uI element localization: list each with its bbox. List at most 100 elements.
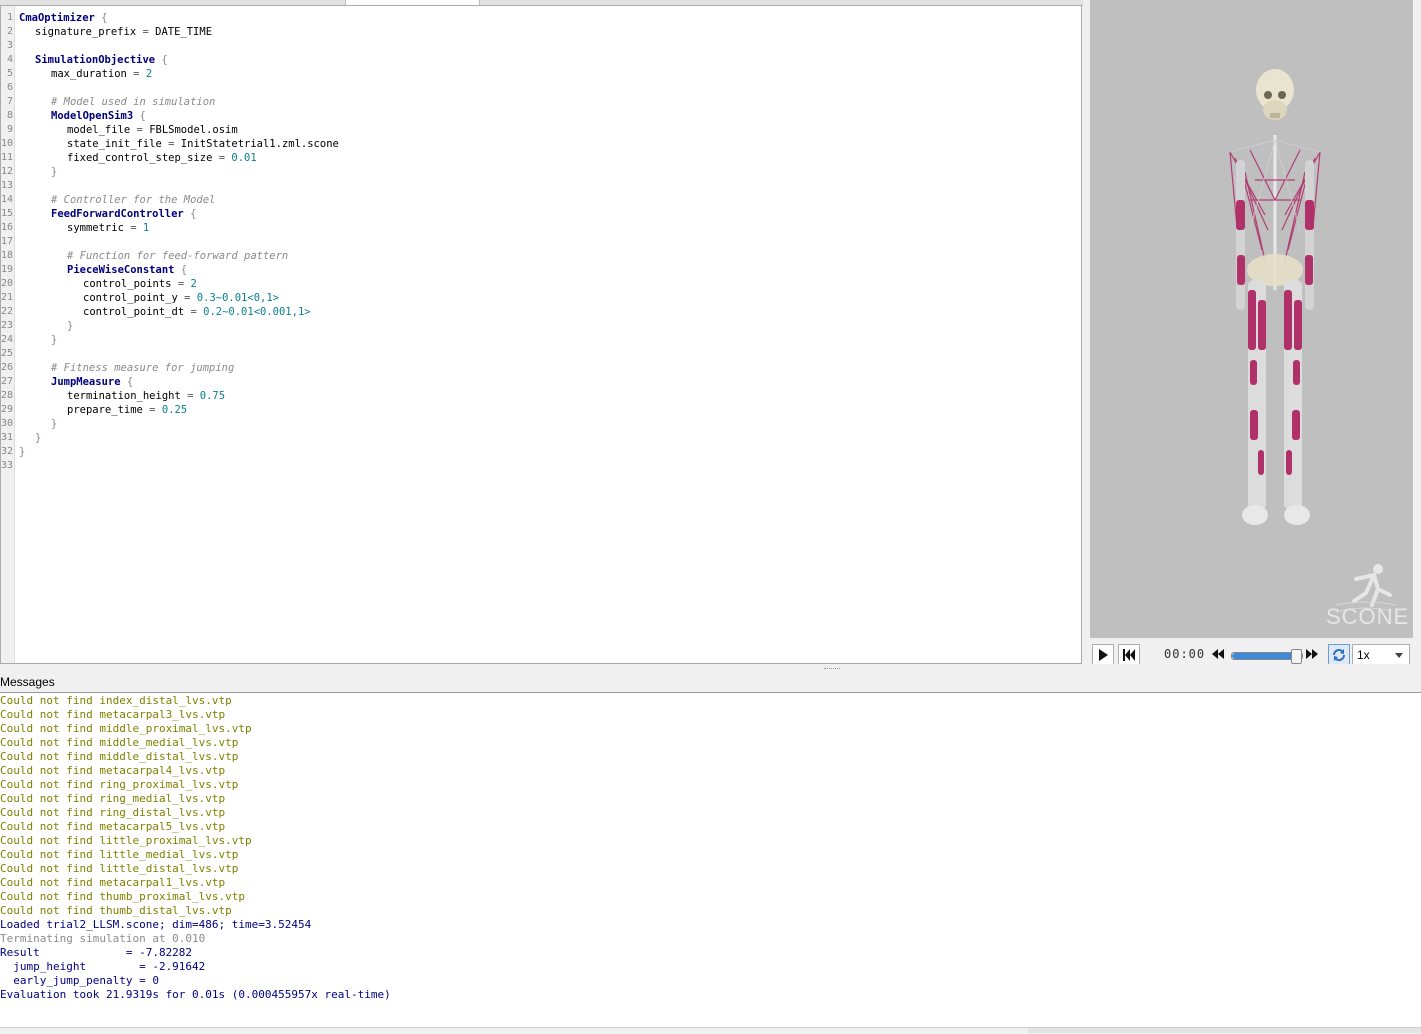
code-line: 25 bbox=[1, 347, 1071, 361]
play-button[interactable] bbox=[1092, 644, 1114, 666]
code-token: } bbox=[51, 166, 58, 178]
code-token: 0.2~0.01<0.001,1> bbox=[203, 306, 311, 318]
message-line: early_jump_penalty = 0 bbox=[0, 974, 159, 987]
legs bbox=[1248, 280, 1302, 510]
code-token: # Model used in simulation bbox=[51, 96, 216, 108]
code-token: } bbox=[19, 446, 26, 458]
code-line: 18 # Function for feed-forward pattern bbox=[1, 249, 1071, 263]
code-text: symmetric = 1 bbox=[67, 221, 149, 235]
code-line: 1 CmaOptimizer { bbox=[1, 11, 1071, 25]
code-line: 21 control_point_y = 0.3~0.01<0,1> bbox=[1, 291, 1071, 305]
code-token: } bbox=[51, 418, 58, 430]
splitter-grip-icon[interactable] bbox=[824, 668, 840, 671]
code-token: = bbox=[123, 222, 143, 234]
chevron-down-icon bbox=[1395, 653, 1403, 658]
line-number: 8 bbox=[6, 110, 13, 121]
line-number: 5 bbox=[6, 68, 13, 79]
code-line: 5 max_duration = 2 bbox=[1, 67, 1071, 81]
code-text: JumpMeasure { bbox=[51, 375, 133, 389]
code-text: FeedForwardController { bbox=[51, 207, 196, 221]
message-line: Evaluation took 21.9319s for 0.01s (0.00… bbox=[0, 988, 391, 1001]
scone-logo-text: SCONE bbox=[1326, 604, 1410, 629]
code-token: InitStatetrial1.zml.scone bbox=[180, 138, 339, 150]
code-editor[interactable]: 1 CmaOptimizer {2 signature_prefix = DATE_… bbox=[0, 5, 1082, 664]
code-token: } bbox=[35, 432, 42, 444]
code-text: max_duration = 2 bbox=[51, 67, 152, 81]
slider-fill bbox=[1232, 653, 1297, 659]
loop-button[interactable] bbox=[1328, 644, 1350, 666]
message-line: Could not find thumb_distal_lvs.vtp bbox=[0, 904, 232, 917]
code-token: SimulationObjective bbox=[35, 54, 156, 66]
code-text: # Fitness measure for jumping bbox=[51, 361, 234, 375]
code-token: { bbox=[133, 110, 146, 122]
code-token: fixed_control_step_size bbox=[67, 152, 213, 164]
restart-button[interactable] bbox=[1118, 644, 1140, 666]
line-number: 9 bbox=[6, 124, 13, 135]
code-line: 33 bbox=[1, 459, 1071, 473]
line-number: 23 bbox=[1, 320, 14, 331]
code-line: 6 bbox=[1, 81, 1071, 95]
line-number: 14 bbox=[1, 194, 14, 205]
code-line: 4 SimulationObjective { bbox=[1, 53, 1071, 67]
code-line: 30} bbox=[1, 417, 1071, 431]
code-token: control_point_y bbox=[83, 292, 178, 304]
code-text: } bbox=[67, 319, 73, 333]
line-number: 2 bbox=[6, 26, 13, 37]
code-token: = bbox=[171, 278, 191, 290]
horizontal-splitter[interactable] bbox=[0, 664, 1421, 674]
code-token: = bbox=[136, 26, 156, 38]
line-number: 29 bbox=[1, 404, 14, 415]
code-token: = bbox=[130, 124, 150, 136]
vertical-splitter[interactable] bbox=[1083, 0, 1090, 664]
line-number: 3 bbox=[6, 40, 13, 51]
code-token: { bbox=[183, 208, 197, 220]
code-token: { bbox=[94, 12, 108, 24]
horizontal-scrollbar[interactable] bbox=[1028, 1028, 1421, 1033]
skull-icon bbox=[1256, 69, 1294, 120]
messages-log[interactable]: Could not find index_distal_lvs.vtp Could… bbox=[0, 692, 1421, 1028]
line-number: 16 bbox=[1, 222, 14, 233]
line-number: 6 bbox=[6, 82, 13, 93]
code-token: = bbox=[180, 390, 200, 402]
message-line: Could not find thumb_proximal_lvs.vtp bbox=[0, 890, 246, 903]
code-line: 24} bbox=[1, 333, 1071, 347]
code-token: 2 bbox=[145, 68, 153, 80]
line-number: 4 bbox=[6, 54, 13, 65]
rewind-icon[interactable] bbox=[1212, 649, 1224, 659]
playback-slider[interactable] bbox=[1231, 649, 1303, 664]
fast-forward-icon[interactable] bbox=[1306, 649, 1318, 659]
line-number: 17 bbox=[1, 236, 14, 247]
code-line: 9 model_file = FBLSmodel.osim bbox=[1, 123, 1071, 137]
message-line: Loaded trial2_LLSM.scone; dim=486; time=… bbox=[0, 918, 312, 931]
playback-speed-select[interactable]: 1x bbox=[1352, 644, 1410, 666]
model-viewer[interactable]: SCONE bbox=[1090, 0, 1413, 638]
code-line: 31} bbox=[1, 431, 1071, 445]
line-number: 19 bbox=[1, 264, 14, 275]
code-text: # Function for feed-forward pattern bbox=[67, 249, 288, 263]
code-token: } bbox=[67, 320, 74, 332]
code-token: = bbox=[161, 138, 181, 150]
message-line: Could not find metacarpal5_lvs.vtp bbox=[0, 820, 226, 833]
code-token: # Controller for the Model bbox=[51, 194, 216, 206]
message-line: Could not find metacarpal1_lvs.vtp bbox=[0, 876, 226, 889]
code-line: 28 termination_height = 0.75 bbox=[1, 389, 1071, 403]
code-line: 10 state_init_file = InitStatetrial1.zml.… bbox=[1, 137, 1071, 151]
line-number: 20 bbox=[1, 278, 14, 289]
code-text: control_point_y = 0.3~0.01<0,1> bbox=[83, 291, 279, 305]
message-line: Could not find ring_proximal_lvs.vtp bbox=[0, 778, 239, 791]
message-line: Could not find metacarpal3_lvs.vtp bbox=[0, 708, 226, 721]
line-number: 31 bbox=[1, 432, 14, 443]
code-token: 0.3~0.01<0,1> bbox=[196, 292, 279, 304]
messages-panel-title: Messages bbox=[0, 675, 55, 689]
line-number: 12 bbox=[1, 166, 14, 177]
slider-handle[interactable] bbox=[1291, 649, 1302, 664]
code-token: max_duration bbox=[51, 68, 127, 80]
skip-to-start-icon bbox=[1123, 649, 1135, 661]
code-token: = bbox=[184, 306, 204, 318]
code-token: prepare_time bbox=[67, 404, 143, 416]
code-line: 22 control_point_dt = 0.2~0.01<0.001,1> bbox=[1, 305, 1071, 319]
play-icon bbox=[1099, 649, 1108, 661]
code-text: } bbox=[51, 417, 57, 431]
code-token: FBLSmodel.osim bbox=[149, 124, 238, 136]
right-panel-edge bbox=[1413, 0, 1421, 664]
